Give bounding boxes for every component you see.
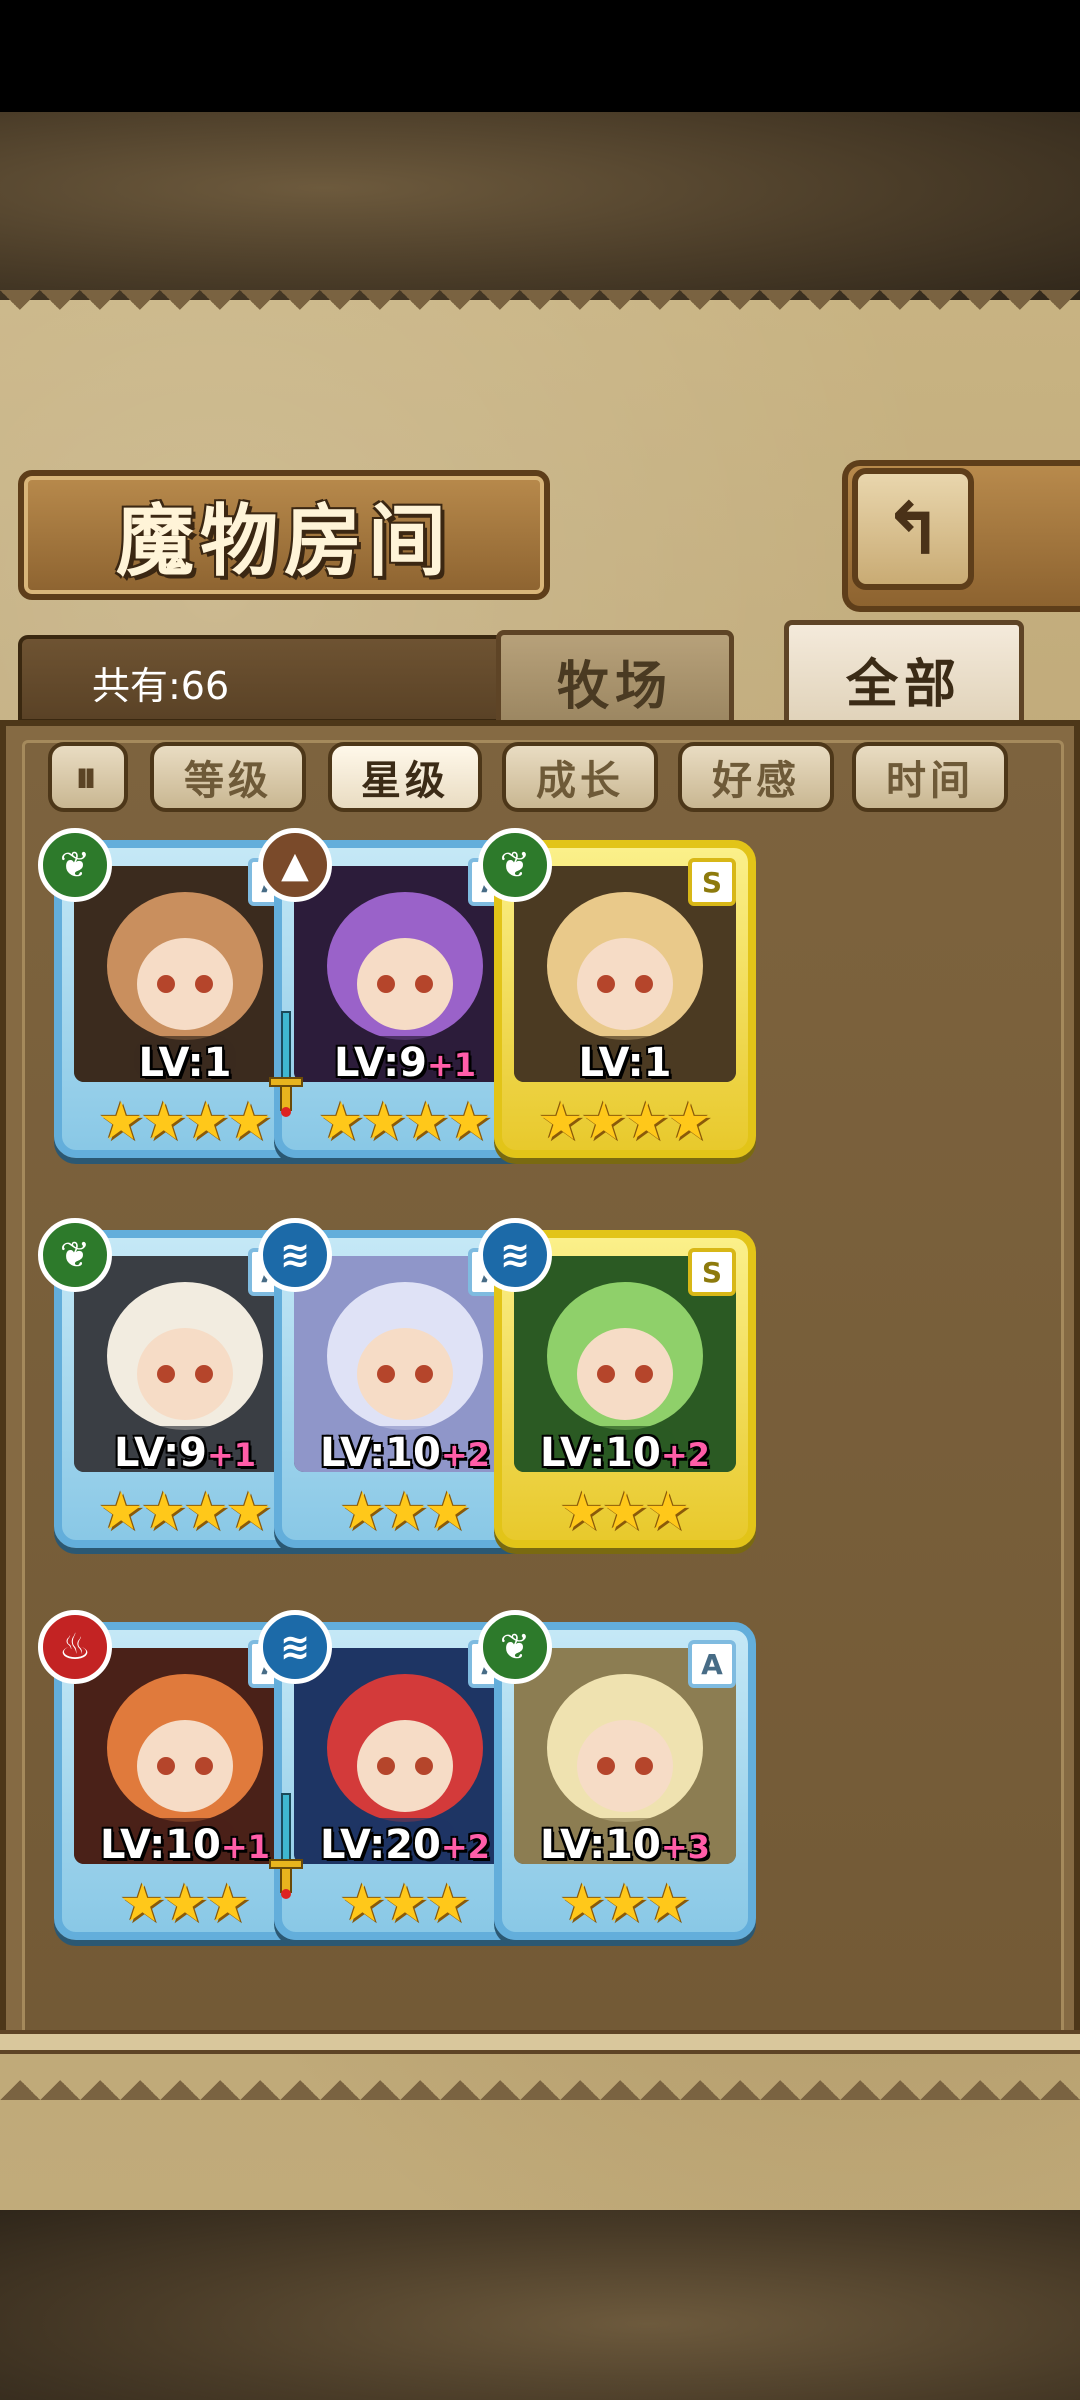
map-background-bottom bbox=[0, 2210, 1080, 2400]
panel-bottom-rule bbox=[0, 2030, 1080, 2054]
fire-element-icon: ♨ bbox=[38, 1610, 112, 1684]
level-value: LV:20 bbox=[320, 1822, 441, 1868]
level-value: LV:9 bbox=[113, 1430, 207, 1476]
water-element-icon: ≋ bbox=[258, 1610, 332, 1684]
grass-element-icon: ❦ bbox=[478, 1610, 552, 1684]
monster-level: LV:1 bbox=[514, 1040, 736, 1086]
rank-badge: S bbox=[688, 1248, 736, 1296]
page-title: 魔物房间 bbox=[115, 496, 452, 587]
zigzag-border-bottom bbox=[0, 2060, 1080, 2100]
filter-label: 等级 bbox=[184, 758, 272, 804]
level-value: LV:10 bbox=[540, 1430, 661, 1476]
status-bar bbox=[0, 0, 1080, 112]
grass-element-icon: ❦ bbox=[38, 828, 112, 902]
level-value: LV:9 bbox=[333, 1040, 427, 1086]
level-value: LV:10 bbox=[540, 1822, 661, 1868]
level-value: LV:1 bbox=[578, 1040, 672, 1086]
title-plaque: 魔物房间 bbox=[18, 470, 550, 600]
water-element-icon: ≋ bbox=[258, 1218, 332, 1292]
filter-label: 成长 bbox=[536, 758, 624, 804]
sort-order-button[interactable]: ⏸ bbox=[48, 742, 128, 812]
grass-element-icon: ❦ bbox=[478, 828, 552, 902]
zigzag-border-top bbox=[0, 290, 1080, 330]
monster-card[interactable]: S ≋ LV:10+2 ★★★ bbox=[478, 1218, 768, 1548]
water-element-icon: ≋ bbox=[478, 1218, 552, 1292]
earth-element-icon: ▲ bbox=[258, 828, 332, 902]
filter-growth-button[interactable]: 成长 bbox=[502, 742, 658, 812]
filter-label: 时间 bbox=[886, 758, 974, 804]
filter-time-button[interactable]: 时间 bbox=[852, 742, 1008, 812]
rank-badge: S bbox=[688, 858, 736, 906]
filter-label: 星级 bbox=[361, 758, 449, 804]
monster-card[interactable]: A ❦ LV:10+3 ★★★ bbox=[478, 1610, 768, 1940]
monster-level: LV:10+2 bbox=[514, 1430, 736, 1476]
tab-all-label: 全部 bbox=[845, 654, 962, 715]
sort-order-icon: ⏸ bbox=[75, 751, 101, 803]
tab-ranch-label: 牧场 bbox=[556, 656, 673, 717]
monster-card[interactable]: S ❦ LV:1 ★★★★ bbox=[478, 828, 768, 1158]
map-background-top bbox=[0, 112, 1080, 302]
level-value: LV:10 bbox=[100, 1822, 221, 1868]
filter-level-button[interactable]: 等级 bbox=[150, 742, 306, 812]
level-value: LV:10 bbox=[320, 1430, 441, 1476]
star-rating: ★★★★ bbox=[537, 1092, 712, 1152]
grass-element-icon: ❦ bbox=[38, 1218, 112, 1292]
filter-star-button[interactable]: 星级 bbox=[328, 742, 482, 812]
back-button[interactable]: ↰ bbox=[852, 468, 974, 590]
monster-level: LV:10+3 bbox=[514, 1822, 736, 1868]
monster-count: 共有:66 bbox=[92, 664, 230, 708]
tab-ranch[interactable]: 牧场 bbox=[496, 630, 734, 727]
level-plus: +1 bbox=[426, 1046, 477, 1084]
rank-badge: A bbox=[688, 1640, 736, 1688]
filter-affection-button[interactable]: 好感 bbox=[678, 742, 834, 812]
tab-all[interactable]: 全部 bbox=[784, 620, 1024, 733]
filter-label: 好感 bbox=[712, 758, 800, 804]
level-plus: +1 bbox=[206, 1436, 257, 1474]
star-rating: ★★★ bbox=[559, 1874, 691, 1934]
level-value: LV:1 bbox=[138, 1040, 232, 1086]
level-plus: +2 bbox=[660, 1436, 710, 1474]
star-rating: ★★★ bbox=[559, 1482, 691, 1542]
back-arrow-icon: ↰ bbox=[882, 487, 944, 571]
level-plus: +3 bbox=[660, 1828, 710, 1866]
monster-count-bar: 共有:66 bbox=[18, 635, 506, 723]
